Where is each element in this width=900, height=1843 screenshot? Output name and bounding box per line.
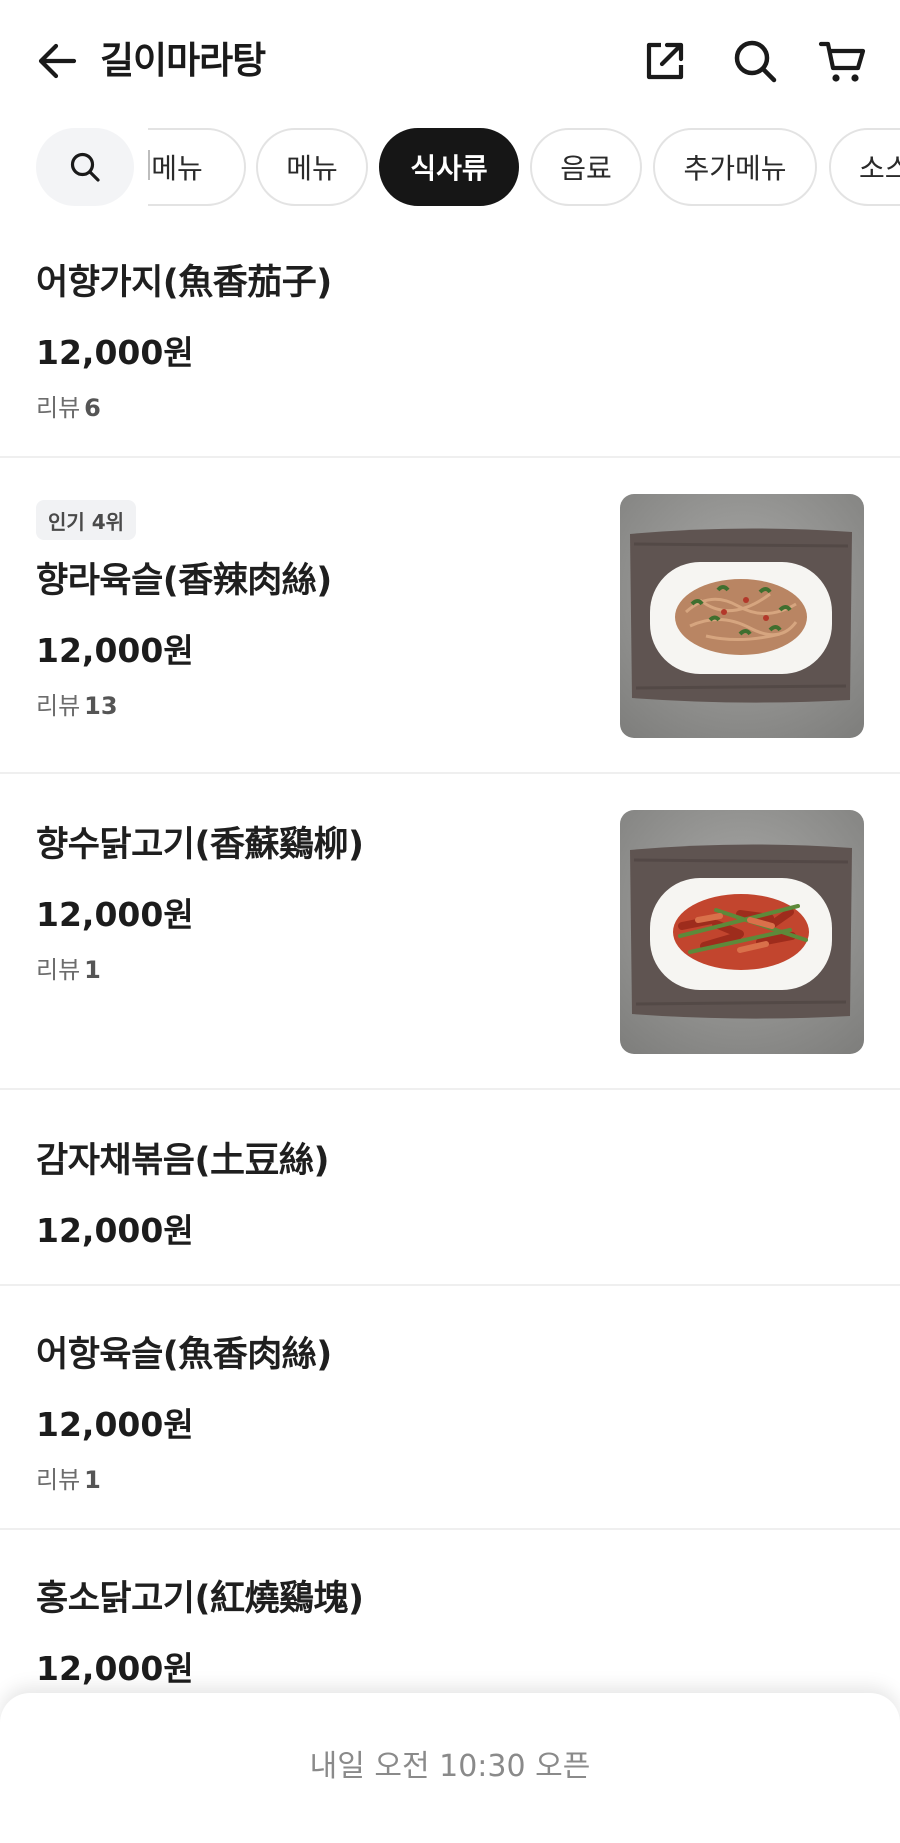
search-icon [734, 40, 777, 83]
menu-item[interactable]: 감자채볶음(土豆絲) 12,000원 [0, 1090, 900, 1286]
menu-item-name: 어항육슬(魚香肉絲) [36, 1335, 332, 1375]
tab-meals[interactable]: 식사류 [379, 128, 519, 206]
menu-item-name: 향라육슬(香辣肉絲) [36, 561, 332, 601]
share-external-icon [646, 42, 684, 80]
tab-label: 메뉴 [286, 152, 338, 185]
menu-item[interactable]: 인기 4위 향라육슬(香辣肉絲) 12,000원 리뷰 13 [0, 458, 900, 774]
tab-menu-2[interactable]: 메뉴 [256, 128, 368, 206]
tab-label: 메뉴 [151, 152, 203, 185]
review-count: 1 [84, 1466, 101, 1494]
tab-sauce[interactable]: 소스 [829, 128, 900, 206]
menu-item[interactable]: 어항육슬(魚香肉絲) 12,000원 리뷰 1 [0, 1286, 900, 1530]
menu-item-price: 12,000원 [36, 1211, 194, 1250]
review-label: 리뷰 [36, 692, 81, 720]
menu-item-price: 12,000원 [36, 1649, 194, 1688]
opening-time-text: 내일 오전 10:30 오픈 [309, 1749, 591, 1784]
review-label: 리뷰 [36, 956, 81, 984]
tab-label: 식사류 [410, 152, 488, 185]
back-button[interactable] [34, 38, 80, 84]
cart-button[interactable] [818, 36, 868, 86]
menu-search-chip[interactable] [36, 128, 134, 206]
menu-item-price: 12,000원 [36, 895, 194, 934]
tab-label: 추가메뉴 [683, 152, 787, 185]
menu-item-reviews: 리뷰 1 [36, 950, 101, 985]
review-label: 리뷰 [36, 1466, 81, 1494]
menu-item-name: 향수닭고기(香蘇鷄柳) [36, 825, 364, 865]
arrow-left-icon [38, 43, 77, 79]
menu-item-photo [620, 494, 864, 738]
tab-extra-menu[interactable]: 추가메뉴 [653, 128, 817, 206]
bottom-status-bar: 내일 오전 10:30 오픈 [0, 1693, 900, 1843]
review-count: 6 [84, 394, 101, 422]
store-title: 길이마라탕 [100, 39, 266, 82]
menu-item-photo [620, 810, 864, 1054]
tab-menu-1[interactable]: 메뉴 [148, 128, 246, 206]
menu-item-price: 12,000원 [36, 333, 194, 372]
menu-item-price: 12,000원 [36, 631, 194, 670]
review-label: 리뷰 [36, 394, 81, 422]
review-count: 13 [84, 692, 118, 720]
menu-item-reviews: 리뷰 13 [36, 686, 118, 721]
menu-item-name: 어향가지(魚香茄子) [36, 263, 332, 303]
tab-label: 소스 [859, 152, 900, 185]
cart-icon [818, 41, 866, 82]
menu-item-reviews: 리뷰 6 [36, 388, 101, 423]
popularity-badge: 인기 4위 [36, 500, 137, 540]
top-app-bar: 길이마라탕 [0, 0, 900, 118]
category-scroll-area: 메뉴 메뉴 식사류 음료 추가메뉴 소스 [148, 124, 900, 210]
menu-item[interactable]: 어향가지(魚香茄子) 12,000원 리뷰 6 [0, 214, 900, 458]
menu-item-reviews: 리뷰 1 [36, 1460, 101, 1495]
category-tab-bar: 메뉴 메뉴 식사류 음료 추가메뉴 소스 [0, 124, 900, 210]
menu-item-name: 감자채볶음(土豆絲) [36, 1141, 330, 1181]
tab-drinks[interactable]: 음료 [530, 128, 642, 206]
search-icon [70, 152, 100, 182]
search-button[interactable] [730, 36, 780, 86]
tab-label: 음료 [560, 152, 612, 185]
menu-item[interactable]: 향수닭고기(香蘇鷄柳) 12,000원 리뷰 1 [0, 774, 900, 1090]
review-count: 1 [84, 956, 101, 984]
menu-item-name: 홍소닭고기(紅燒鷄塊) [36, 1579, 364, 1619]
menu-item-price: 12,000원 [36, 1405, 194, 1444]
chip-divider [148, 150, 150, 180]
share-button[interactable] [640, 36, 690, 86]
